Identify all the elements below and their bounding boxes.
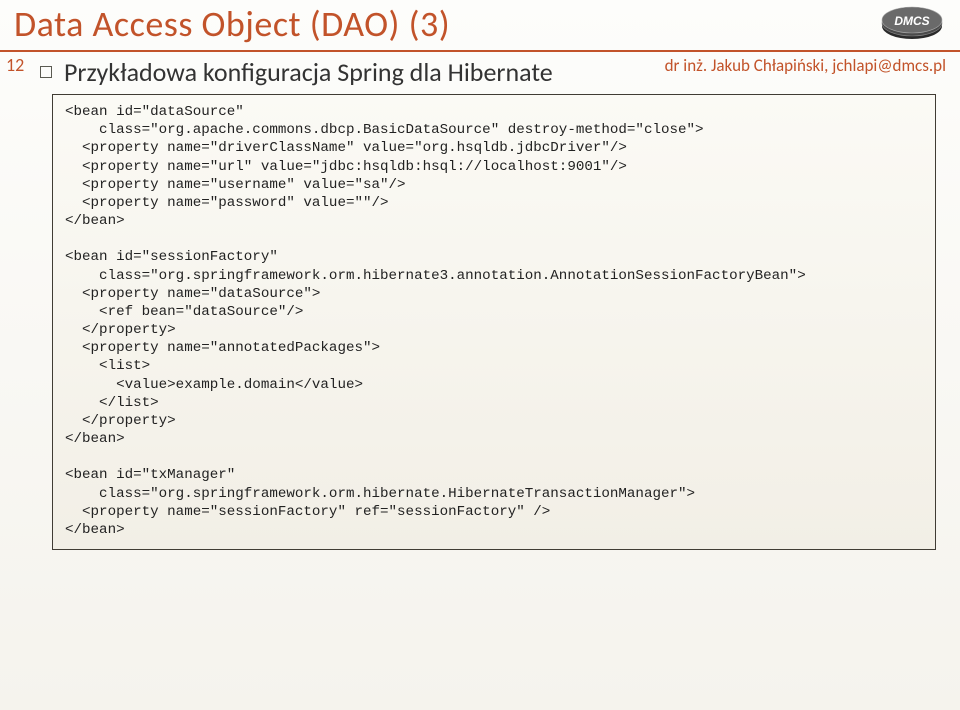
page-number: 12 (6, 54, 34, 76)
title-bar: Data Access Object (DAO) (3) DMCS (0, 0, 960, 52)
dmcs-logo: DMCS (880, 6, 944, 42)
bullet-text: Przykładowa konfiguracja Spring dla Hibe… (64, 56, 553, 88)
square-bullet-icon (40, 66, 52, 78)
content-area: Przykładowa konfiguracja Spring dla Hibe… (0, 56, 960, 550)
code-block: <bean id="dataSource" class="org.apache.… (52, 94, 936, 550)
author-line: dr inż. Jakub Chłapiński, jchlapi@dmcs.p… (665, 55, 946, 76)
slide-title: Data Access Object (DAO) (3) (14, 2, 960, 46)
svg-text:DMCS: DMCS (894, 14, 929, 28)
